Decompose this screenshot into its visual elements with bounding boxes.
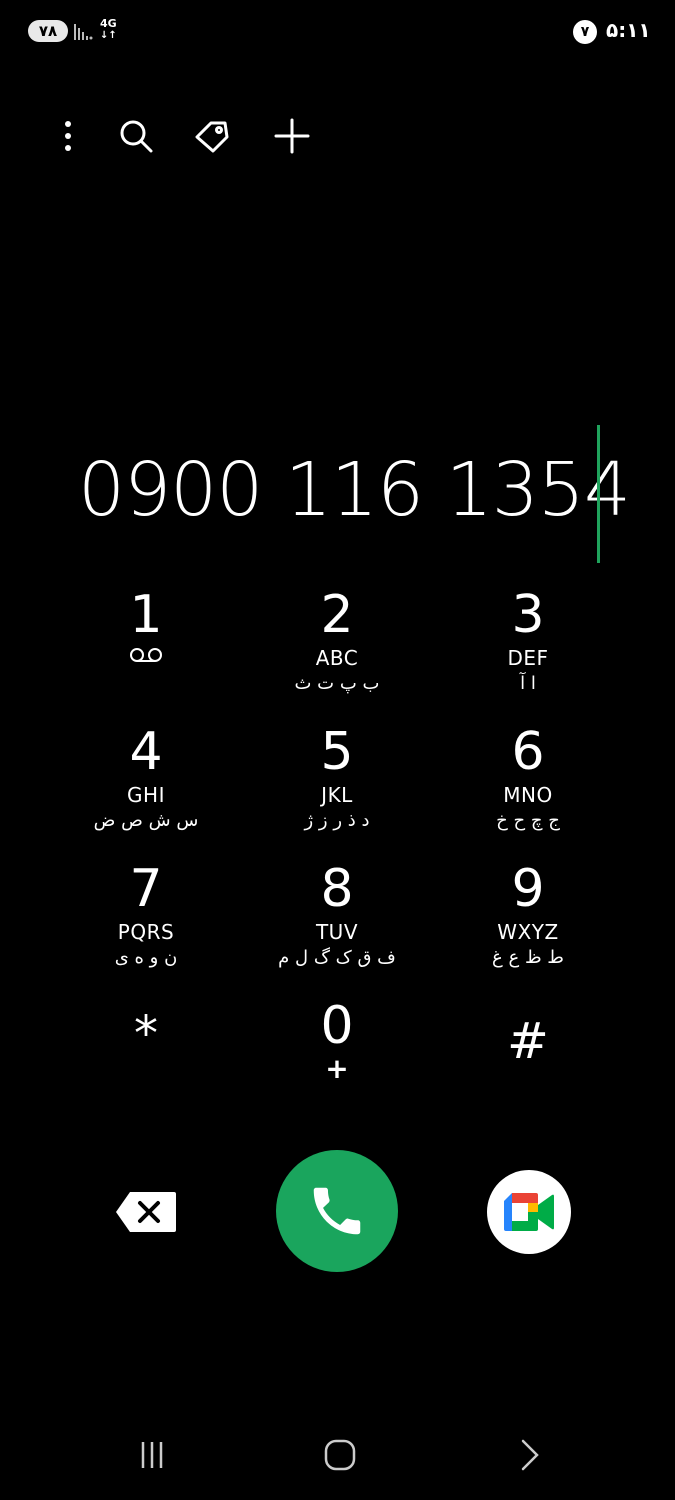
- signal-strength-icon: [74, 24, 93, 40]
- key-digit: 3: [511, 585, 545, 645]
- key-4[interactable]: 4 GHI س ش ص ض: [56, 722, 236, 852]
- toolbar: [0, 110, 675, 162]
- key-star[interactable]: *: [56, 996, 236, 1126]
- key-5[interactable]: 5 JKL د ذ ر ز ژ: [247, 722, 427, 852]
- key-letters: PQRS: [117, 920, 175, 944]
- key-persian-letters: ن و ه ی: [114, 947, 178, 968]
- call-button[interactable]: [276, 1150, 398, 1272]
- voicemail-icon: [56, 645, 236, 671]
- tag-icon[interactable]: [186, 110, 238, 162]
- key-6[interactable]: 6 MNO ج چ ح خ: [438, 722, 618, 852]
- notification-badge: ۷: [573, 20, 597, 44]
- google-meet-icon: [504, 1193, 554, 1231]
- key-digit: 2: [320, 585, 354, 645]
- key-letters: DEF: [507, 646, 549, 670]
- status-bar: ۷۸ 4G ↓↑ ۷ ۵:۱۱: [0, 0, 675, 64]
- key-letters: GHI: [127, 783, 165, 807]
- key-digit: 0: [320, 996, 354, 1056]
- key-digit: 5: [320, 722, 354, 782]
- key-letters: MNO: [503, 783, 553, 807]
- backspace-icon[interactable]: [114, 1190, 178, 1234]
- key-letters: JKL: [321, 783, 353, 807]
- key-persian-letters: س ش ص ض: [93, 810, 199, 831]
- home-icon[interactable]: [320, 1435, 360, 1475]
- key-digit: 4: [129, 722, 163, 782]
- more-options-icon[interactable]: [42, 110, 94, 162]
- key-1[interactable]: 1: [56, 585, 236, 715]
- text-cursor: [597, 425, 600, 563]
- battery-indicator: ۷۸: [28, 20, 68, 42]
- phone-icon: [313, 1187, 361, 1235]
- dialed-number: 0900 116 1354: [78, 447, 631, 533]
- key-hash[interactable]: #: [438, 996, 618, 1126]
- key-persian-letters: ج چ ح خ: [496, 810, 560, 831]
- number-display[interactable]: 0900 116 1354: [0, 425, 675, 565]
- key-8[interactable]: 8 TUV ف ق ک گ ل م: [247, 859, 427, 989]
- key-letters: TUV: [315, 920, 359, 944]
- status-clock: ۵:۱۱: [606, 18, 651, 42]
- key-letters: WXYZ: [497, 920, 559, 944]
- key-plus: +: [325, 1052, 349, 1085]
- key-digit: 8: [320, 859, 354, 919]
- key-letters: ABC: [315, 646, 359, 670]
- recent-apps-icon[interactable]: [132, 1435, 172, 1475]
- back-icon[interactable]: [509, 1435, 549, 1475]
- key-persian-letters: ط ظ ع غ: [492, 947, 564, 968]
- key-digit: #: [507, 1012, 549, 1070]
- network-type: 4G ↓↑: [100, 17, 117, 41]
- key-digit: 7: [129, 859, 163, 919]
- key-7[interactable]: 7 PQRS ن و ه ی: [56, 859, 236, 989]
- key-persian-letters: د ذ ر ز ژ: [304, 810, 370, 831]
- key-9[interactable]: 9 WXYZ ط ظ ع غ: [438, 859, 618, 989]
- search-icon[interactable]: [110, 110, 162, 162]
- key-persian-letters: ا آ: [520, 673, 536, 694]
- key-3[interactable]: 3 DEF ا آ: [438, 585, 618, 715]
- key-digit: 9: [511, 859, 545, 919]
- key-digit: *: [134, 1006, 158, 1062]
- key-digit: 6: [511, 722, 545, 782]
- key-digit: 1: [129, 585, 163, 645]
- key-persian-letters: ف ق ک گ ل م: [278, 947, 396, 968]
- action-row: [0, 1150, 675, 1275]
- key-2[interactable]: 2 ABC ب پ ت ث: [247, 585, 427, 715]
- navigation-bar: [0, 1425, 675, 1485]
- google-meet-button[interactable]: [487, 1170, 571, 1254]
- key-persian-letters: ب پ ت ث: [294, 673, 380, 694]
- add-icon[interactable]: [266, 110, 318, 162]
- key-0[interactable]: 0 +: [247, 996, 427, 1126]
